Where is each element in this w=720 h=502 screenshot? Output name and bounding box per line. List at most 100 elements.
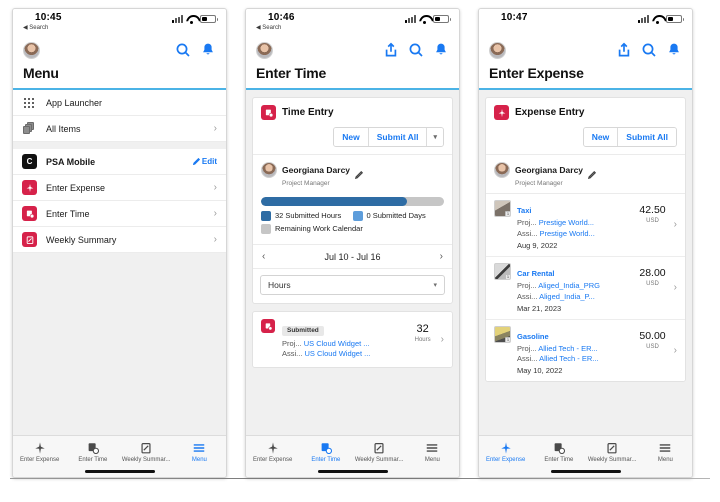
- pencil-icon[interactable]: [354, 166, 364, 180]
- legend-item: 0 Submitted Days: [352, 211, 445, 221]
- menu-item-app-launcher[interactable]: App Launcher: [13, 90, 226, 116]
- share-icon[interactable]: [383, 42, 399, 58]
- chevron-right-icon[interactable]: ›: [674, 282, 677, 293]
- notification-bell-icon[interactable]: [666, 42, 682, 58]
- expense-row[interactable]: 1 Taxi Proj... Prestige World... Assi...…: [486, 194, 685, 257]
- menu-scroll-body[interactable]: App Launcher All Items › C PSA Mobile Ed…: [13, 90, 226, 435]
- expense-assignment-key: Assi...: [517, 291, 538, 301]
- card-header: Time Entry: [253, 98, 452, 127]
- edit-button[interactable]: Edit: [192, 157, 217, 166]
- expense-assignment-value[interactable]: Aliged_India_P...: [539, 292, 595, 301]
- expense-entry-icon: [494, 105, 509, 120]
- avatar[interactable]: [23, 41, 40, 59]
- avatar[interactable]: [256, 41, 273, 59]
- chevron-right-icon[interactable]: ›: [674, 345, 677, 356]
- more-actions-chevron-down-icon[interactable]: ▾: [426, 128, 443, 146]
- menu-item-label: Enter Expense: [46, 182, 106, 193]
- time-entry-row[interactable]: Submitted Proj... US Cloud Widget ... As…: [253, 312, 452, 368]
- wifi-icon: [419, 15, 430, 24]
- tab-menu[interactable]: Menu: [406, 441, 459, 463]
- search-icon[interactable]: [408, 42, 424, 58]
- app-header: Enter Time: [246, 35, 459, 88]
- expense-assignment: Assi... Allied Tech - ER...: [517, 354, 631, 365]
- attachment-count-badge: 1: [505, 336, 510, 342]
- expense-type-link[interactable]: Car Rental: [517, 269, 555, 278]
- tab-weekly-summary[interactable]: Weekly Summar...: [120, 441, 173, 463]
- expense-date: Mar 21, 2023: [517, 303, 562, 313]
- expense-scroll-body[interactable]: Expense Entry New Submit All Georgiana D…: [479, 90, 692, 435]
- hamburger-menu-icon: [192, 441, 206, 455]
- time-scroll-body[interactable]: Time Entry New Submit All ▾ Georgiana Da…: [246, 90, 459, 435]
- attachment-count-badge: 1: [505, 211, 510, 216]
- taxi-receipt-thumbnail[interactable]: 1: [494, 200, 511, 217]
- chevron-right-icon[interactable]: ›: [441, 334, 444, 345]
- expense-assignment-value[interactable]: Allied Tech - ER...: [539, 354, 598, 363]
- expense-project-value[interactable]: Allied Tech - ER...: [538, 344, 597, 353]
- entry-project-value[interactable]: US Cloud Widget ...: [304, 339, 370, 348]
- bottom-tab-bar: Enter Expense Enter Time Weekly Summar..…: [246, 435, 459, 465]
- next-week-chevron-right-icon[interactable]: ›: [440, 251, 443, 262]
- all-items-stack-icon: [22, 121, 37, 136]
- menu-item-weekly-summary[interactable]: Weekly Summary ›: [13, 227, 226, 253]
- menu-item-psa-mobile[interactable]: C PSA Mobile Edit: [13, 149, 226, 175]
- tab-enter-time[interactable]: Enter Time: [299, 441, 352, 463]
- tab-weekly-summary[interactable]: Weekly Summar...: [586, 441, 639, 463]
- share-icon[interactable]: [616, 42, 632, 58]
- expense-project-value[interactable]: Aliged_India_PRG: [538, 281, 600, 290]
- expense-row[interactable]: 1 Car Rental Proj... Aliged_India_PRG As…: [486, 256, 685, 320]
- time-entry-icon: [261, 105, 276, 120]
- tab-menu[interactable]: Menu: [639, 441, 692, 463]
- search-icon[interactable]: [175, 42, 191, 58]
- chevron-right-icon[interactable]: ›: [674, 219, 677, 230]
- menu-item-label: All Items: [46, 123, 81, 134]
- tab-label: Enter Expense: [485, 457, 526, 463]
- expense-type-link[interactable]: Gasoline: [517, 332, 549, 341]
- new-button[interactable]: New: [583, 128, 618, 146]
- avatar[interactable]: [489, 41, 506, 59]
- chevron-right-icon: ›: [213, 208, 217, 219]
- cellular-signal-icon: [172, 15, 183, 23]
- menu-item-all-items[interactable]: All Items ›: [13, 116, 226, 142]
- status-back-to-search[interactable]: ◀ Search: [23, 24, 48, 31]
- submit-all-button[interactable]: Submit All: [617, 128, 676, 146]
- expense-assignment-value[interactable]: Prestige World...: [540, 229, 595, 238]
- submit-all-button[interactable]: Submit All: [367, 128, 427, 146]
- attachment-count-badge: 1: [505, 273, 510, 279]
- expense-assignment: Assi... Prestige World...: [517, 229, 631, 240]
- user-name: Georgiana Darcy: [515, 165, 584, 175]
- action-button-group: New Submit All ▾: [333, 127, 444, 147]
- menu-item-enter-time[interactable]: Enter Time ›: [13, 201, 226, 227]
- tab-enter-time[interactable]: Enter Time: [532, 441, 585, 463]
- tab-label: Menu: [191, 457, 207, 463]
- previous-week-chevron-left-icon[interactable]: ‹: [262, 251, 265, 262]
- tab-enter-expense[interactable]: Enter Expense: [246, 441, 299, 463]
- weekly-summary-icon: [139, 441, 153, 455]
- search-icon[interactable]: [641, 42, 657, 58]
- enter-expense-app-icon: [22, 180, 37, 195]
- avatar: [494, 162, 510, 178]
- gasoline-receipt-thumbnail[interactable]: 1: [494, 325, 511, 343]
- expense-project: Proj... Allied Tech - ER...: [517, 344, 631, 355]
- cellular-signal-icon: [405, 15, 416, 23]
- car-rental-receipt-thumbnail[interactable]: 1: [494, 262, 511, 280]
- progress-bar-fill: [261, 197, 408, 206]
- expense-row[interactable]: 1 Gasoline Proj... Allied Tech - ER... A…: [486, 319, 685, 382]
- pencil-icon[interactable]: [587, 166, 597, 180]
- tab-enter-expense[interactable]: Enter Expense: [13, 441, 66, 463]
- bottom-tab-bar: Enter Expense Enter Time Weekly Summar..…: [479, 435, 692, 465]
- notification-bell-icon[interactable]: [433, 42, 449, 58]
- entry-details: Submitted Proj... US Cloud Widget ... As…: [282, 319, 405, 360]
- tab-enter-expense[interactable]: Enter Expense: [479, 441, 532, 463]
- notification-bell-icon[interactable]: [200, 42, 216, 58]
- entry-assignment-value[interactable]: US Cloud Widget ...: [305, 349, 371, 358]
- unit-select[interactable]: Hours ▾: [260, 275, 445, 295]
- expense-project-value[interactable]: Prestige World...: [539, 218, 594, 227]
- page-title: Enter Time: [256, 65, 327, 81]
- status-back-to-search[interactable]: ◀ Search: [256, 24, 281, 31]
- expense-type-link[interactable]: Taxi: [517, 206, 531, 215]
- menu-item-enter-expense[interactable]: Enter Expense ›: [13, 175, 226, 201]
- tab-weekly-summary[interactable]: Weekly Summar...: [353, 441, 406, 463]
- new-button[interactable]: New: [334, 128, 368, 146]
- tab-menu[interactable]: Menu: [173, 441, 226, 463]
- tab-enter-time[interactable]: Enter Time: [66, 441, 119, 463]
